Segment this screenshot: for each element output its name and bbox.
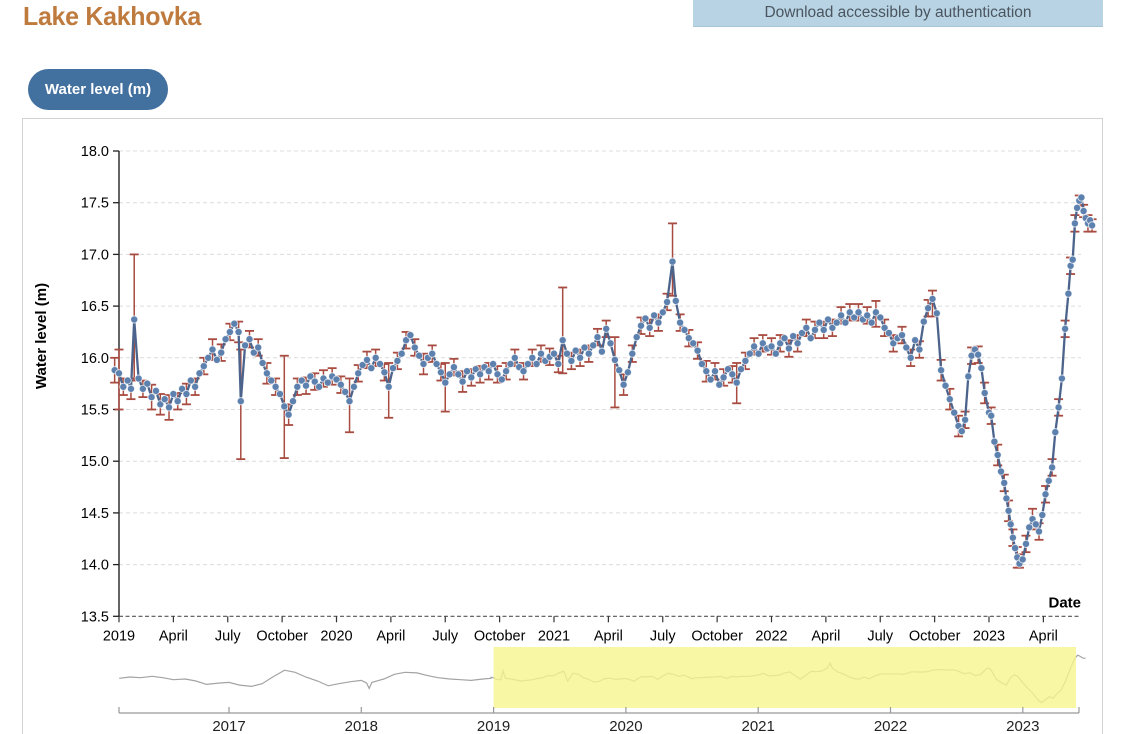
x-tick-label: April bbox=[594, 628, 623, 644]
x-tick-label: 2021 bbox=[538, 628, 570, 644]
y-tick-label: 15.5 bbox=[81, 403, 109, 419]
overview-tick-label: 2017 bbox=[212, 718, 245, 734]
y-axis-title: Water level (m) bbox=[33, 283, 50, 389]
overview-tick-label: 2021 bbox=[742, 718, 775, 734]
page: { "header": { "title": "Lake Kakhovka", … bbox=[0, 0, 1125, 734]
y-gridlines bbox=[119, 151, 1081, 565]
y-tick-label: 14.5 bbox=[81, 506, 109, 522]
x-axis-title: Date bbox=[1048, 594, 1081, 611]
x-tick-label: October bbox=[256, 628, 308, 644]
overview-tick-label: 2019 bbox=[477, 718, 510, 734]
axes: 13.5 14.0 14.5 15.0 15.5 16.0 16.5 17.0 17.5 18.0… bbox=[81, 144, 1081, 644]
x-tick-label: July bbox=[432, 628, 459, 644]
x-tick-label: 2023 bbox=[973, 628, 1005, 644]
y-tick-label: 14.0 bbox=[81, 558, 109, 574]
x-tick-label: October bbox=[909, 628, 961, 644]
error-bars bbox=[110, 195, 1096, 567]
y-tick-label: 16.0 bbox=[81, 351, 109, 367]
y-tick-label: 17.0 bbox=[81, 247, 109, 263]
x-tick-label: October bbox=[474, 628, 526, 644]
x-tick-label: April bbox=[159, 628, 188, 644]
y-tick-label: 17.5 bbox=[81, 196, 109, 212]
overview-tick-label: 2018 bbox=[345, 718, 378, 734]
y-tick-label: 13.5 bbox=[81, 609, 109, 625]
x-tick-label: April bbox=[811, 628, 840, 644]
y-tick-label: 18.0 bbox=[81, 144, 109, 160]
page-title: Lake Kakhovka bbox=[23, 1, 201, 32]
y-tick-label: 16.5 bbox=[81, 299, 109, 315]
x-tick-label: 2020 bbox=[320, 628, 352, 644]
auth-download-banner[interactable]: Download accessible by authentication bbox=[693, 0, 1103, 27]
data-points bbox=[111, 194, 1096, 567]
chart-container: 13.5 14.0 14.5 15.0 15.5 16.0 16.5 17.0 17.5 18.0… bbox=[22, 118, 1103, 734]
x-tick-label: 2022 bbox=[755, 628, 787, 644]
water-level-chart: 13.5 14.0 14.5 15.0 15.5 16.0 16.5 17.0 17.5 18.0… bbox=[23, 119, 1104, 646]
overview-tick-label: 2022 bbox=[874, 718, 907, 734]
x-tick-label: July bbox=[215, 628, 242, 644]
overview-brush-chart[interactable]: 2017 2018 2019 2020 2021 2022 2023 bbox=[23, 646, 1104, 734]
x-tick-label: October bbox=[691, 628, 743, 644]
x-tick-label: 2019 bbox=[103, 628, 135, 644]
x-tick-label: July bbox=[650, 628, 677, 644]
overview-axis: 2017 2018 2019 2020 2021 2022 2023 bbox=[119, 707, 1079, 734]
overview-tick-label: 2020 bbox=[609, 718, 642, 734]
y-tick-label: 15.0 bbox=[81, 454, 109, 470]
brush-selection-region[interactable] bbox=[494, 647, 1076, 708]
overview-tick-label: 2023 bbox=[1006, 718, 1039, 734]
x-tick-label: April bbox=[1029, 628, 1058, 644]
water-level-series-tab[interactable]: Water level (m) bbox=[28, 69, 168, 110]
x-tick-label: July bbox=[867, 628, 894, 644]
x-tick-label: April bbox=[376, 628, 405, 644]
